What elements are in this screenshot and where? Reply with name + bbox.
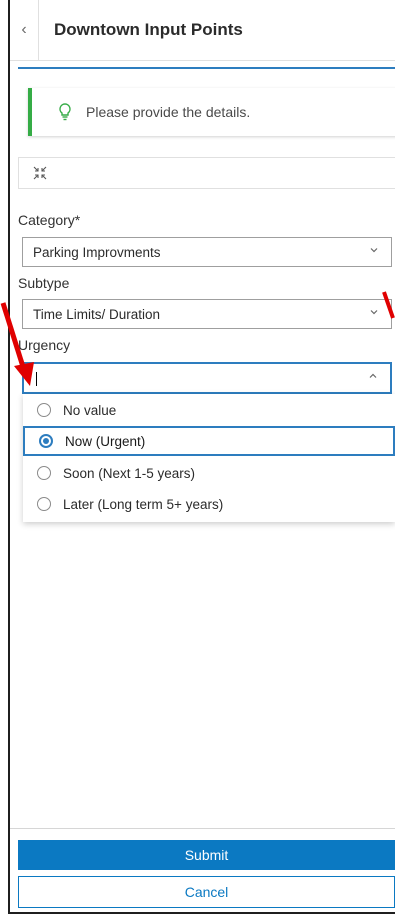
option-label: Later (Long term 5+ years) bbox=[63, 496, 224, 512]
category-value: Parking Improvments bbox=[33, 244, 161, 260]
radio-button-checked[interactable] bbox=[39, 434, 53, 448]
notice-text: Please provide the details. bbox=[86, 104, 251, 120]
info-notice: Please provide the details. bbox=[28, 88, 395, 136]
subtype-label: Subtype bbox=[18, 275, 70, 291]
chevron-up-icon bbox=[369, 373, 377, 378]
text-cursor bbox=[36, 372, 37, 386]
urgency-option[interactable]: No value bbox=[23, 395, 395, 425]
urgency-option-selected[interactable]: Now (Urgent) bbox=[23, 426, 395, 456]
radio-button[interactable] bbox=[37, 403, 51, 417]
editor-panel: ‹ Downtown Input Points Please provide t… bbox=[8, 0, 395, 914]
subtype-value: Time Limits/ Duration bbox=[33, 306, 161, 322]
option-label: Soon (Next 1-5 years) bbox=[63, 465, 196, 481]
urgency-label: Urgency bbox=[18, 337, 71, 353]
urgency-dropdown: No value Now (Urgent) Soon (Next 1-5 yea… bbox=[23, 394, 395, 522]
collapse-arrows-icon[interactable] bbox=[33, 166, 47, 180]
back-button[interactable]: ‹ bbox=[10, 0, 39, 60]
urgency-option[interactable]: Later (Long term 5+ years) bbox=[23, 489, 395, 519]
radio-button[interactable] bbox=[37, 497, 51, 511]
chevron-down-icon bbox=[370, 248, 378, 253]
option-label: Now (Urgent) bbox=[65, 433, 146, 449]
chevron-left-icon: ‹ bbox=[21, 21, 27, 38]
category-select[interactable]: Parking Improvments bbox=[22, 237, 392, 267]
cancel-button[interactable]: Cancel bbox=[18, 876, 395, 908]
subtype-select[interactable]: Time Limits/ Duration bbox=[22, 299, 392, 329]
submit-button[interactable]: Submit bbox=[18, 840, 395, 870]
collapse-bar[interactable] bbox=[18, 157, 395, 189]
chevron-down-icon bbox=[370, 310, 378, 315]
category-label: Category* bbox=[18, 212, 81, 228]
panel-header: ‹ Downtown Input Points bbox=[10, 0, 395, 61]
footer-divider bbox=[10, 828, 395, 829]
lightbulb-icon bbox=[59, 103, 71, 121]
urgency-option[interactable]: Soon (Next 1-5 years) bbox=[23, 458, 395, 488]
option-label: No value bbox=[63, 402, 117, 418]
header-divider bbox=[18, 67, 395, 69]
urgency-select[interactable] bbox=[22, 362, 392, 394]
radio-button[interactable] bbox=[37, 466, 51, 480]
page-title: Downtown Input Points bbox=[54, 20, 243, 39]
